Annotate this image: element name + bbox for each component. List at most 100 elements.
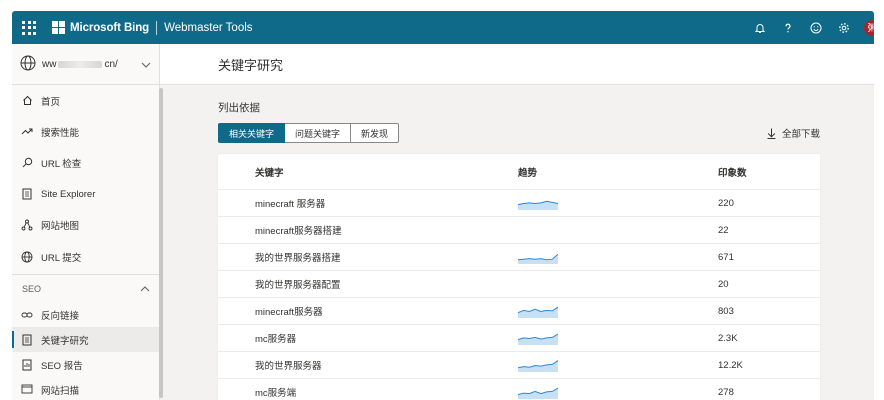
user-avatar[interactable]: 粥 bbox=[864, 19, 874, 36]
tab-related-keywords[interactable]: 相关关键字 bbox=[218, 123, 286, 143]
impressions-cell: 12.2K bbox=[718, 359, 743, 371]
sidebar-item-url-inspection[interactable]: URL 检查 bbox=[12, 147, 159, 178]
sidebar-item-search-performance[interactable]: 搜索性能 bbox=[12, 116, 159, 147]
trend-icon bbox=[21, 126, 33, 138]
sidebar-item-label: 网站扫描 bbox=[41, 385, 80, 397]
left-sidebar: ww cn/ 首页 搜索性能 URL 检查 Site Explorer 网站地图… bbox=[12, 44, 163, 400]
link-icon bbox=[21, 309, 33, 321]
keyword-cell: mc服务端 bbox=[255, 388, 297, 399]
table-row[interactable]: mc服务器 2.3K bbox=[218, 325, 820, 352]
trend-sparkline bbox=[518, 360, 558, 372]
keyword-cell: 我的世界服务器 bbox=[255, 361, 322, 372]
table-row[interactable]: mc服务端 278 bbox=[218, 379, 820, 400]
sidebar-item-label: 首页 bbox=[41, 96, 61, 108]
sidebar-item-label: 反向链接 bbox=[41, 310, 80, 322]
bell-icon[interactable] bbox=[746, 11, 774, 44]
sidebar-item-site-scan[interactable]: 网站扫描 bbox=[12, 377, 159, 400]
search-icon bbox=[21, 157, 33, 169]
globe-icon bbox=[20, 55, 36, 74]
chevron-down-icon[interactable] bbox=[141, 57, 151, 71]
content-area: 列出依据 相关关键字 问题关键字 新发现 全部下载 关键字 趋势 印象数 min… bbox=[160, 85, 874, 400]
keyword-cell: mc服务器 bbox=[255, 334, 297, 345]
sidebar-item-label: 关键字研究 bbox=[41, 335, 89, 347]
keyword-cell: 我的世界服务器配置 bbox=[255, 280, 341, 291]
sidebar-item-home[interactable]: 首页 bbox=[12, 85, 159, 116]
table-row[interactable]: minecraft服务器搭建 22 bbox=[218, 217, 820, 244]
table-row[interactable]: minecraft服务器 803 bbox=[218, 298, 820, 325]
sidebar-item-keyword-research[interactable]: 关键字研究 bbox=[12, 327, 159, 353]
download-all-button[interactable]: 全部下载 bbox=[767, 126, 820, 140]
section-label: SEO bbox=[22, 283, 42, 294]
trend-cell bbox=[518, 250, 718, 264]
impressions-cell: 803 bbox=[718, 305, 734, 317]
tab-new-discoveries[interactable]: 新发现 bbox=[351, 123, 400, 143]
trend-line bbox=[518, 253, 558, 261]
keyword-cell: minecraft服务器 bbox=[255, 307, 323, 318]
trend-cell bbox=[518, 358, 718, 372]
trend-sparkline bbox=[518, 387, 558, 399]
page-header: 关键字研究 bbox=[160, 44, 874, 85]
impressions-cell: 220 bbox=[718, 197, 734, 209]
trend-cell bbox=[518, 196, 718, 210]
impressions-cell: 2.3K bbox=[718, 332, 738, 344]
column-header-impressions[interactable]: 印象数 bbox=[718, 165, 820, 179]
keyword-toolbar: 相关关键字 问题关键字 新发现 全部下载 bbox=[218, 123, 820, 143]
app-window: Microsoft Bing Webmaster Tools 粥 ww cn/ … bbox=[12, 11, 874, 400]
table-row[interactable]: 我的世界服务器搭建 671 bbox=[218, 244, 820, 271]
table-row[interactable]: 我的世界服务器配置 20 bbox=[218, 271, 820, 298]
sidebar-section-seo[interactable]: SEO bbox=[12, 274, 159, 302]
brand-name[interactable]: Microsoft Bing bbox=[70, 22, 149, 34]
top-bar: Microsoft Bing Webmaster Tools 粥 bbox=[12, 11, 874, 44]
sidebar-item-sitemaps[interactable]: 网站地图 bbox=[12, 210, 159, 241]
microsoft-logo-icon bbox=[52, 21, 65, 34]
keyword-cell: minecraft服务器搭建 bbox=[255, 226, 342, 237]
keyword-table: 关键字 趋势 印象数 minecraft 服务器 220 minecraft服务器搭… bbox=[218, 154, 820, 400]
sidebar-item-url-submission[interactable]: URL 提交 bbox=[12, 241, 159, 272]
sidebar-item-label: URL 提交 bbox=[41, 252, 82, 264]
header-actions: 粥 bbox=[746, 11, 874, 44]
document-icon bbox=[21, 188, 33, 200]
sitemap-icon bbox=[21, 219, 33, 231]
header-divider bbox=[156, 20, 158, 35]
scan-icon bbox=[21, 384, 33, 396]
page-title: 关键字研究 bbox=[218, 57, 284, 73]
download-icon bbox=[767, 128, 776, 139]
smiley-icon[interactable] bbox=[802, 11, 830, 44]
document-icon bbox=[21, 334, 33, 346]
sidebar-item-label: Site Explorer bbox=[41, 188, 96, 200]
app-launcher-icon[interactable] bbox=[22, 20, 36, 35]
download-all-label: 全部下载 bbox=[781, 129, 820, 140]
column-header-keyword[interactable]: 关键字 bbox=[218, 165, 518, 179]
site-url-suffix: cn/ bbox=[104, 58, 118, 70]
site-selector[interactable]: ww cn/ bbox=[12, 44, 159, 85]
home-icon bbox=[21, 95, 33, 107]
sidebar-item-site-explorer[interactable]: Site Explorer bbox=[12, 179, 159, 210]
impressions-cell: 20 bbox=[718, 278, 729, 290]
site-url: ww cn/ bbox=[42, 59, 118, 70]
impressions-cell: 22 bbox=[718, 224, 729, 236]
site-url-prefix: ww bbox=[42, 58, 57, 70]
table-header: 关键字 趋势 印象数 bbox=[218, 154, 820, 190]
table-row[interactable]: minecraft 服务器 220 bbox=[218, 190, 820, 217]
gear-icon[interactable] bbox=[830, 11, 858, 44]
impressions-cell: 278 bbox=[718, 386, 734, 398]
column-header-trend[interactable]: 趋势 bbox=[518, 165, 718, 179]
help-icon[interactable] bbox=[774, 11, 802, 44]
sidebar-item-label: 网站地图 bbox=[41, 221, 80, 233]
trend-sparkline bbox=[518, 200, 558, 210]
product-name[interactable]: Webmaster Tools bbox=[164, 22, 252, 34]
report-icon bbox=[21, 359, 33, 371]
sidebar-item-seo-reports[interactable]: SEO 报告 bbox=[12, 352, 159, 377]
sidebar-item-backlinks[interactable]: 反向链接 bbox=[12, 302, 159, 327]
table-row[interactable]: 我的世界服务器 12.2K bbox=[218, 352, 820, 379]
tab-question-keywords[interactable]: 问题关键字 bbox=[285, 123, 352, 143]
main-content: 关键字研究 列出依据 相关关键字 问题关键字 新发现 全部下载 关键字 趋势 印… bbox=[160, 44, 874, 400]
list-by-label: 列出依据 bbox=[218, 102, 260, 114]
trend-cell bbox=[518, 304, 718, 318]
impressions-cell: 671 bbox=[718, 251, 734, 263]
trend-area bbox=[518, 307, 558, 318]
trend-cell bbox=[518, 331, 718, 345]
trend-area bbox=[518, 334, 558, 345]
trend-sparkline bbox=[518, 306, 558, 318]
chevron-up-icon[interactable] bbox=[140, 284, 150, 294]
